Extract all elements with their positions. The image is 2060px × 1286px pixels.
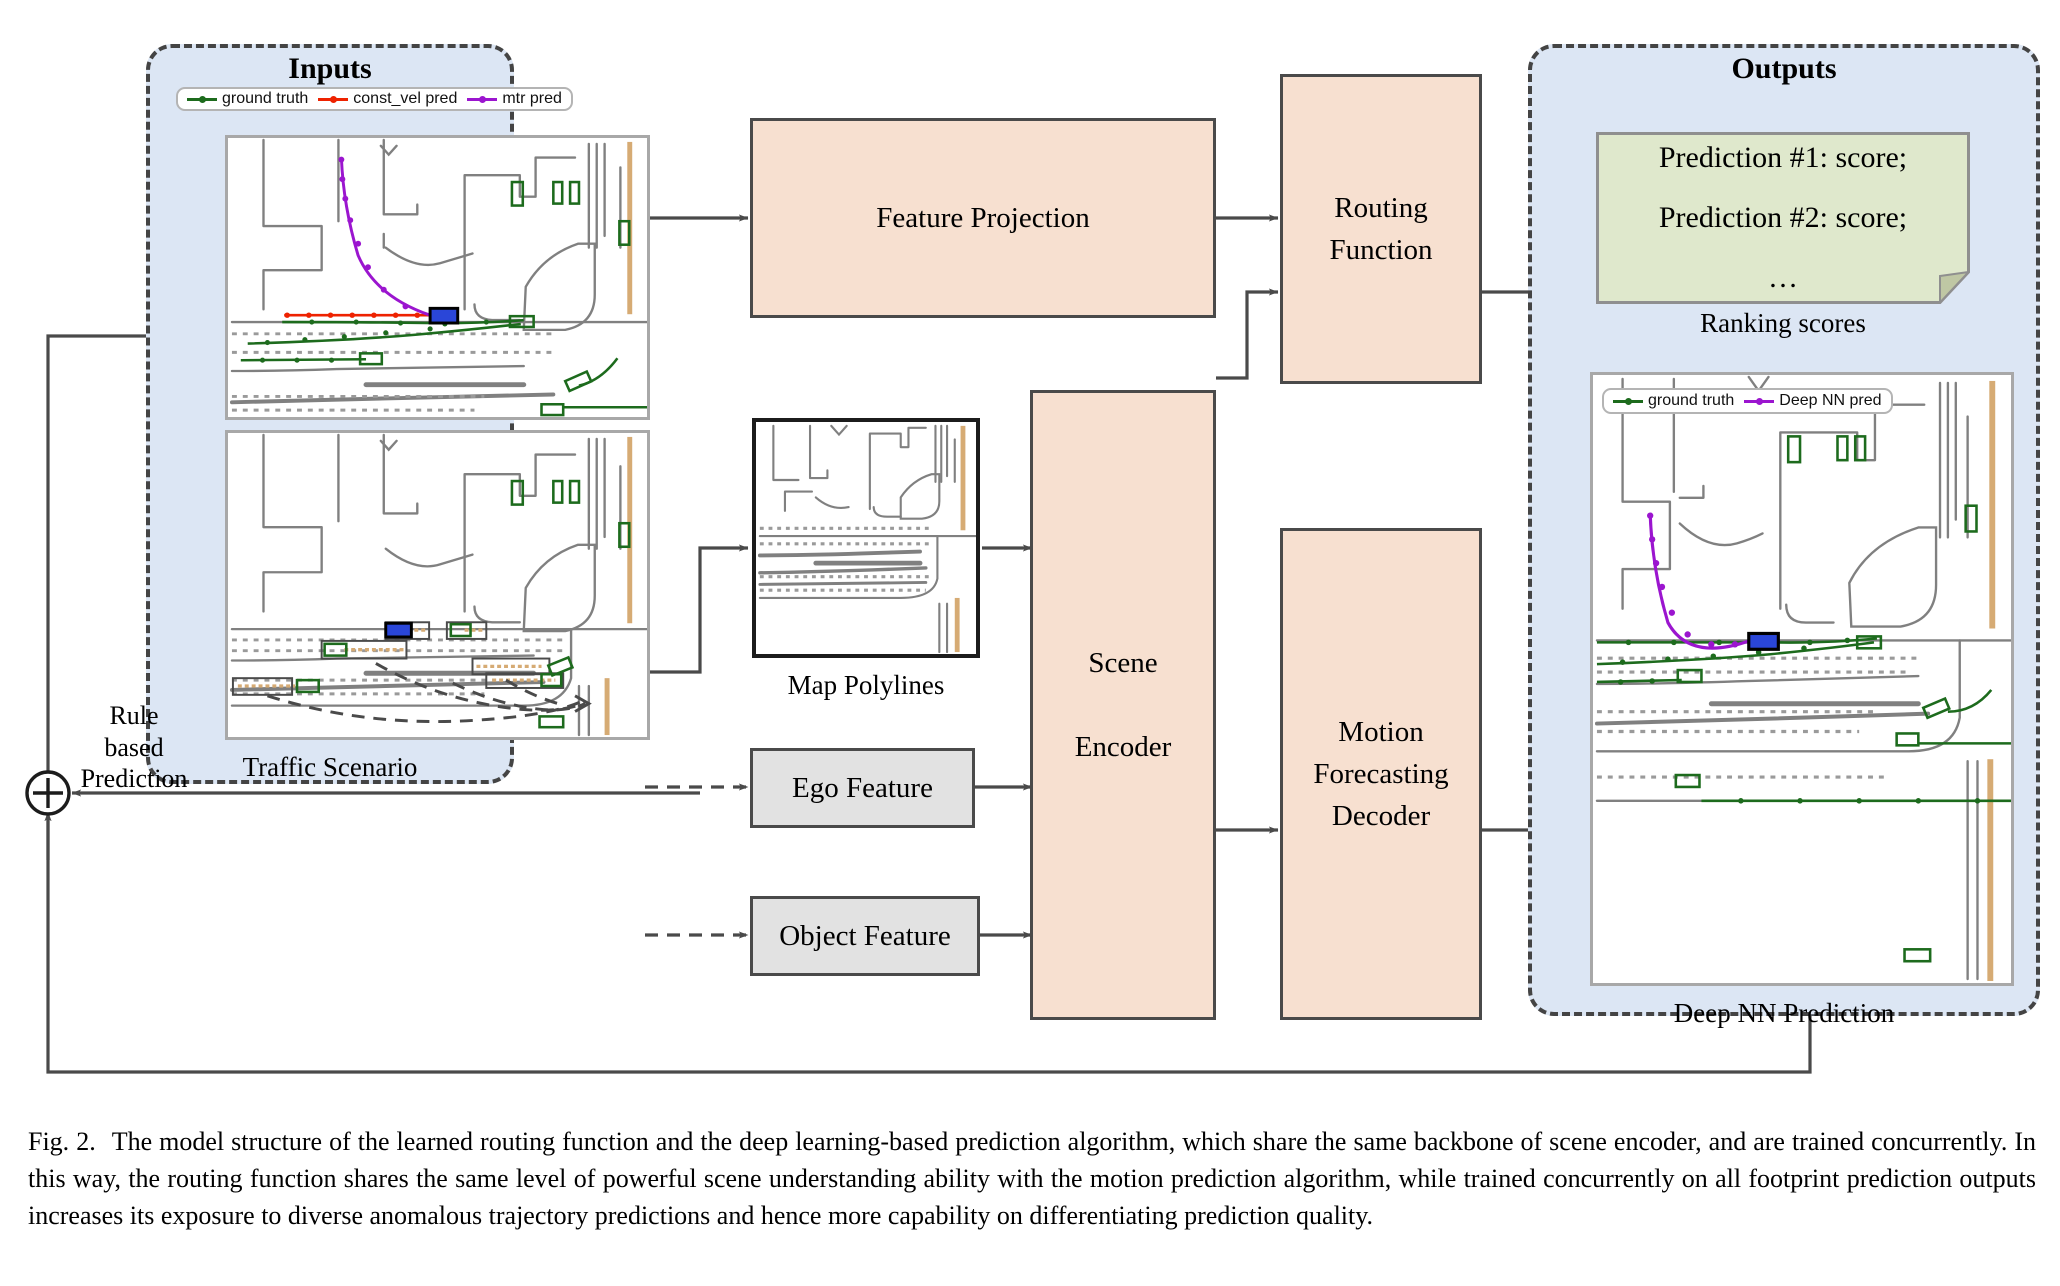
ranking-scores-note: Prediction #1: score; Prediction #2: sco… [1596,132,1970,304]
scene-encoder-block[interactable]: Scene Encoder [1030,390,1216,1020]
line-swatch-icon [467,93,498,105]
legend-label: const_vel pred [353,90,458,107]
legend-item-ground-truth: ground truth [1613,392,1734,410]
prediction-line-ellipsis: … [1768,261,1798,294]
ego-vehicle-icon [428,306,460,325]
map-polylines-thumbnail [752,418,980,658]
rule-based-prediction-label: Rule based Prediction [80,701,188,794]
legend-label: mtr pred [502,90,562,107]
ego-feature-label: Ego Feature [792,771,933,804]
routing-function-label: Routing Function [1329,191,1433,266]
feature-projection-label: Feature Projection [876,201,1090,234]
motion-forecasting-decoder-label: Motion Forecasting Decoder [1313,715,1449,833]
inputs-panel-title: Inputs [288,52,372,85]
legend-item-mtr-pred: mtr pred [467,90,562,108]
legend-item-ground-truth: ground truth [187,90,308,108]
figure-label: Fig. 2. [28,1127,96,1156]
ranking-scores-label: Ranking scores [1700,308,1866,338]
object-feature-label: Object Feature [779,919,951,952]
ego-vehicle-icon [1747,631,1780,651]
line-swatch-icon [187,93,217,105]
deep-nn-prediction-scene [1590,372,2014,986]
scene-encoder-label: Scene Encoder [1074,646,1172,764]
map-polylines-label: Map Polylines [787,670,945,700]
prediction-line-1: Prediction #1: score; [1658,141,1908,174]
prediction-line-2: Prediction #2: score; [1658,201,1908,234]
ranking-scores-lines: Prediction #1: score; Prediction #2: sco… [1596,132,1970,304]
traffic-scenario-top [225,135,650,420]
sum-node [25,770,71,816]
legend-label: ground truth [222,90,309,107]
motion-forecasting-decoder-block[interactable]: Motion Forecasting Decoder [1280,528,1482,1020]
outputs-panel-caption: Deep NN Prediction [1673,998,1895,1028]
deep-nn-legend: ground truth Deep NN pred [1602,388,1893,414]
ego-feature-block[interactable]: Ego Feature [750,748,975,828]
traffic-scenario-bottom [225,430,650,740]
inputs-legend: ground truth const_vel pred mtr pred [176,87,573,111]
figure-caption: Fig. 2. The model structure of the learne… [28,1124,2036,1235]
figure-caption-text: The model structure of the learned routi… [28,1127,2036,1230]
legend-label: ground truth [1648,392,1735,409]
outputs-panel-title: Outputs [1731,52,1837,85]
ego-vehicle-icon [384,621,413,639]
object-feature-block[interactable]: Object Feature [750,896,980,976]
line-swatch-icon [1744,395,1775,407]
legend-item-deep-nn-pred: Deep NN pred [1744,392,1882,410]
line-swatch-icon [1613,395,1643,407]
line-swatch-icon [318,93,349,105]
legend-item-const-vel: const_vel pred [318,90,457,108]
routing-function-block[interactable]: Routing Function [1280,74,1482,384]
legend-label: Deep NN pred [1779,392,1882,409]
feature-projection-block[interactable]: Feature Projection [750,118,1216,318]
inputs-panel-caption: Traffic Scenario [242,752,418,782]
